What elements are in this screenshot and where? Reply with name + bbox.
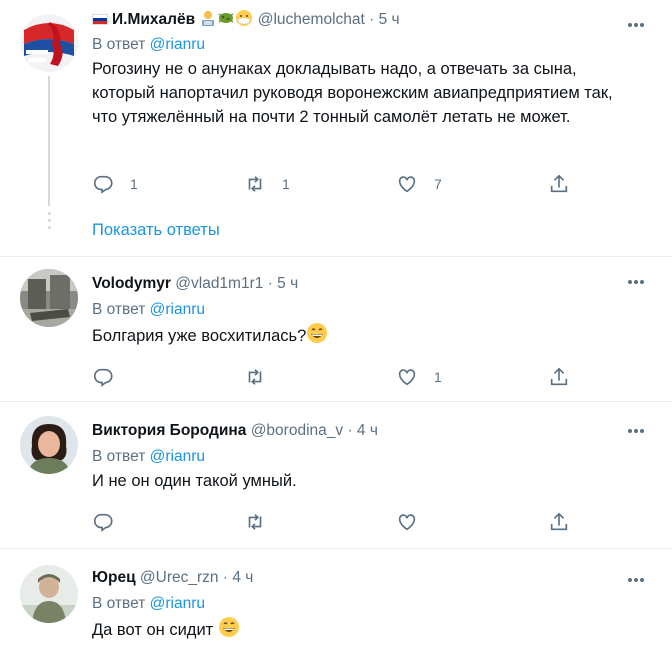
reply-count: 1	[130, 176, 138, 192]
tweet-header: Юрец @Urec_rzn · 4 ч	[92, 568, 652, 590]
retweet-button[interactable]	[244, 510, 282, 534]
share-button[interactable]	[548, 365, 570, 389]
retweet-button[interactable]	[244, 365, 282, 389]
reply-prefix: В ответ	[92, 595, 146, 612]
tweet-text-row: Болгария уже восхитилась?	[92, 322, 652, 351]
retweet-icon	[248, 514, 262, 530]
tweet[interactable]: Виктория Бородина @borodina_v · 4 ч В от…	[0, 402, 672, 549]
display-name[interactable]: Volodymyr	[92, 275, 171, 292]
like-count: 1	[434, 369, 442, 385]
timestamp[interactable]: · 5 ч	[268, 275, 298, 292]
tweet-header: Виктория Бородина @borodina_v · 4 ч	[92, 421, 652, 443]
retweet-icon	[248, 176, 262, 192]
share-button[interactable]	[548, 510, 570, 534]
show-replies-link[interactable]: Показать ответы	[92, 221, 220, 240]
timestamp[interactable]: · 4 ч	[223, 569, 253, 586]
handle[interactable]: @Urec_rzn	[140, 569, 219, 586]
timestamp[interactable]: · 4 ч	[347, 422, 377, 439]
avatar[interactable]	[20, 565, 78, 623]
reply-button[interactable]	[92, 510, 130, 534]
tweet[interactable]: Volodymyr @vlad1m1r1 · 5 ч В ответ @rian…	[0, 257, 672, 402]
thread-gap-dots	[46, 212, 52, 233]
like-count: 7	[434, 176, 442, 192]
reply-to-link[interactable]: @rianru	[150, 301, 205, 318]
reply-to-link[interactable]: @rianru	[150, 595, 205, 612]
like-button[interactable]: 7	[396, 172, 442, 196]
russia-flag-icon	[92, 14, 108, 25]
heart-icon	[398, 176, 416, 193]
tweet-text-row: Да вот он сидит	[92, 616, 652, 645]
tweet[interactable]: И.Михалёв @luchemolchat · 5 ч В ответ @r…	[0, 0, 672, 257]
mask-face-emoji-icon	[235, 9, 253, 33]
handle[interactable]: @borodina_v	[251, 422, 343, 439]
reply-icon	[93, 513, 113, 532]
avatar[interactable]	[20, 416, 78, 474]
reply-context: В ответ @rianru	[92, 35, 652, 55]
avatar[interactable]	[20, 14, 78, 72]
thread-line	[48, 76, 50, 206]
heart-icon	[398, 369, 416, 386]
more-options-button[interactable]	[628, 420, 650, 440]
reply-prefix: В ответ	[92, 448, 146, 465]
reply-prefix: В ответ	[92, 36, 146, 53]
reply-context: В ответ @rianru	[92, 300, 652, 320]
share-button[interactable]	[548, 172, 570, 196]
reply-context: В ответ @rianru	[92, 594, 652, 614]
reply-icon	[93, 175, 113, 194]
tweet-text: Болгария уже восхитилась?	[92, 327, 307, 345]
display-name[interactable]: Юрец	[92, 569, 136, 586]
more-options-button[interactable]	[628, 569, 650, 589]
like-button[interactable]	[396, 510, 434, 534]
grinning-face-emoji-icon	[218, 616, 240, 645]
reply-icon	[93, 368, 113, 387]
tweet-actions: 1 1 7	[92, 172, 592, 196]
retweet-button[interactable]: 1	[244, 172, 290, 196]
tweet-header: И.Михалёв @luchemolchat · 5 ч	[92, 9, 652, 31]
like-button[interactable]: 1	[396, 365, 442, 389]
avatar[interactable]	[20, 269, 78, 327]
display-name[interactable]: Виктория Бородина	[92, 422, 246, 439]
display-name[interactable]: И.Михалёв	[112, 11, 195, 28]
handle[interactable]: @vlad1m1r1	[175, 275, 263, 292]
reply-button[interactable]: 1	[92, 172, 138, 196]
retweet-count: 1	[282, 176, 290, 192]
reply-prefix: В ответ	[92, 301, 146, 318]
timestamp[interactable]: · 5 ч	[369, 11, 399, 28]
tweet-actions: 1	[92, 365, 592, 389]
tweet-text: Да вот он сидит	[92, 621, 214, 639]
share-icon	[550, 367, 568, 386]
retweet-icon	[248, 369, 262, 385]
handle[interactable]: @luchemolchat	[258, 11, 365, 28]
tweet-text: Рогозину не о анунаках докладывать надо,…	[92, 60, 613, 126]
tweet-header: Volodymyr @vlad1m1r1 · 5 ч	[92, 274, 652, 296]
reply-context: В ответ @rianru	[92, 447, 652, 467]
share-icon	[550, 174, 568, 193]
more-options-button[interactable]	[628, 271, 650, 291]
technologist-emoji-icon	[199, 9, 217, 33]
reply-to-link[interactable]: @rianru	[150, 36, 205, 53]
share-icon	[550, 512, 568, 531]
heart-icon	[398, 514, 416, 531]
tweet-text: И не он один такой умный.	[92, 472, 297, 490]
reply-to-link[interactable]: @rianru	[150, 448, 205, 465]
tweet[interactable]: Юрец @Urec_rzn · 4 ч В ответ @rianru Да …	[0, 549, 672, 647]
microbe-emoji-icon	[217, 9, 235, 33]
reply-button[interactable]	[92, 365, 130, 389]
grinning-face-emoji-icon	[306, 322, 328, 351]
tweet-actions	[92, 510, 592, 534]
more-options-button[interactable]	[628, 14, 650, 34]
